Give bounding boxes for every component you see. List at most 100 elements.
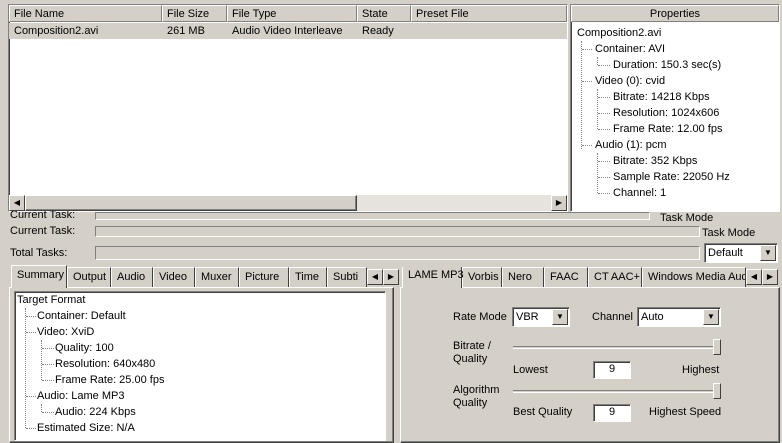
bitrate-quality-label: Bitrate / Quality	[453, 340, 491, 365]
summary-audio-bitrate[interactable]: Audio: 224 Kbps	[55, 406, 136, 418]
tree-connector	[581, 41, 582, 149]
tree-connector	[42, 380, 54, 381]
prop-audio-samplerate[interactable]: Sample Rate: 22050 Hz	[613, 171, 730, 183]
tab-scroll-left-button[interactable]: ◀	[367, 269, 383, 285]
prop-video-resolution[interactable]: Resolution: 1024x606	[613, 107, 719, 119]
tree-connector	[26, 332, 36, 333]
task-mode-select[interactable]: Default ▼	[704, 243, 778, 263]
tab-video[interactable]: Video	[153, 267, 195, 287]
chevron-down-icon[interactable]: ▼	[703, 309, 719, 325]
summary-resolution[interactable]: Resolution: 640x480	[55, 358, 155, 370]
prop-container[interactable]: Container: AVI	[595, 43, 665, 55]
tab-faac[interactable]: FAAC	[544, 267, 588, 287]
tree-connector	[26, 396, 36, 397]
task-mode-label: Task Mode	[702, 227, 756, 239]
highest-speed-label: Highest Speed	[649, 406, 722, 418]
scroll-left-button[interactable]: ◀	[9, 195, 25, 211]
current-task-label-partial: Current Task:	[10, 211, 76, 220]
tab-time[interactable]: Time	[289, 267, 327, 287]
right-tab-scroll-right-button[interactable]: ▶	[762, 269, 778, 285]
summary-tree[interactable]: Target Format Container: Default Video: …	[14, 291, 386, 441]
right-tab-strip: LAME MP3 Vorbis Nero FAAC CT AAC+ Window…	[400, 267, 780, 289]
arrow-right-icon: ▶	[387, 272, 395, 281]
tree-connector	[598, 113, 610, 114]
prop-video-framerate[interactable]: Frame Rate: 12.00 fps	[613, 123, 722, 135]
rate-mode-select[interactable]: VBR ▼	[512, 307, 570, 327]
tree-connector	[41, 404, 42, 412]
cell-file-type: Audio Video Interleave	[232, 25, 343, 37]
left-tab-strip: Summary Output Audio Video Muxer Picture…	[9, 265, 399, 289]
summary-audio[interactable]: Audio: Lame MP3	[37, 390, 124, 402]
prop-duration[interactable]: Duration: 150.3 sec(s)	[613, 59, 721, 71]
column-header-file-name[interactable]: File Name	[9, 5, 162, 22]
tab-output[interactable]: Output	[67, 267, 111, 287]
column-header-file-size[interactable]: File Size	[162, 5, 227, 22]
column-header-state[interactable]: State	[357, 5, 411, 22]
tab-windows-media-audio[interactable]: Windows Media Aud	[642, 267, 746, 287]
tree-connector	[598, 193, 610, 194]
channel-label: Channel	[592, 311, 633, 323]
tab-picture[interactable]: Picture	[239, 267, 289, 287]
bitrate-quality-input[interactable]: 9	[593, 361, 631, 379]
tab-ct-aac-plus[interactable]: CT AAC+	[588, 267, 642, 287]
scroll-right-button[interactable]: ▶	[551, 195, 567, 211]
bitrate-quality-slider-thumb[interactable]	[713, 339, 721, 355]
current-task-progress	[95, 226, 700, 237]
tree-connector	[598, 129, 610, 130]
algorithm-quality-label: Algorithm Quality	[453, 384, 500, 409]
prop-audio[interactable]: Audio (1): pcm	[595, 139, 667, 151]
tree-connector	[597, 89, 598, 129]
chevron-down-icon[interactable]: ▼	[552, 309, 568, 325]
summary-video[interactable]: Video: XviD	[37, 326, 94, 338]
prop-audio-bitrate[interactable]: Bitrate: 352 Kbps	[613, 155, 697, 167]
channel-select[interactable]: Auto ▼	[637, 307, 721, 327]
summary-framerate[interactable]: Frame Rate: 25.00 fps	[55, 374, 164, 386]
scroll-thumb[interactable]	[25, 195, 357, 211]
cell-file-size: 261 MB	[167, 25, 205, 37]
prop-video[interactable]: Video (0): cvid	[595, 75, 665, 87]
tab-nero[interactable]: Nero	[502, 267, 544, 287]
algorithm-quality-slider-thumb[interactable]	[713, 383, 721, 399]
prop-video-bitrate[interactable]: Bitrate: 14218 Kbps	[613, 91, 710, 103]
rate-mode-label: Rate Mode	[453, 311, 507, 323]
properties-header: Properties	[571, 5, 779, 22]
file-list[interactable]: File Name File Size File Type State Pres…	[8, 4, 568, 212]
tab-lame-mp3[interactable]: LAME MP3	[402, 267, 464, 288]
summary-root[interactable]: Target Format	[17, 294, 85, 306]
properties-panel[interactable]: Properties Composition2.avi Container: A…	[570, 4, 780, 212]
tab-scroll-right-button[interactable]: ▶	[383, 269, 399, 285]
tree-connector	[598, 177, 610, 178]
lame-mp3-panel: Rate Mode VBR ▼ Channel Auto ▼ Bitrate /…	[400, 287, 780, 443]
summary-quality[interactable]: Quality: 100	[55, 342, 114, 354]
summary-estimated-size[interactable]: Estimated Size: N/A	[37, 422, 135, 434]
tab-muxer[interactable]: Muxer	[195, 267, 239, 287]
tree-connector	[598, 97, 610, 98]
best-quality-label: Best Quality	[513, 406, 573, 418]
right-tab-scroll-left-button[interactable]: ◀	[746, 269, 762, 285]
cell-file-name: Composition2.avi	[14, 25, 99, 37]
tab-vorbis[interactable]: Vorbis	[462, 267, 502, 287]
bitrate-quality-slider-track[interactable]	[513, 346, 721, 349]
prop-root[interactable]: Composition2.avi	[577, 27, 661, 39]
cell-state: Ready	[362, 25, 394, 37]
column-header-preset-file[interactable]: Preset File	[411, 5, 567, 22]
summary-container[interactable]: Container: Default	[37, 310, 126, 322]
chevron-down-icon[interactable]: ▼	[760, 245, 776, 261]
horizontal-scrollbar[interactable]: ◀ ▶	[9, 195, 567, 211]
tab-audio[interactable]: Audio	[111, 267, 153, 287]
lowest-label: Lowest	[513, 364, 548, 376]
tree-connector	[582, 81, 592, 82]
column-header-file-type[interactable]: File Type	[227, 5, 357, 22]
highest-label: Highest	[682, 364, 720, 376]
table-row[interactable]: Composition2.avi 261 MB Audio Video Inte…	[9, 23, 567, 39]
algorithm-quality-slider-track[interactable]	[513, 390, 721, 393]
tree-connector	[26, 428, 36, 429]
tree-connector	[26, 316, 36, 317]
arrow-left-icon: ◀	[750, 272, 758, 281]
current-task-progress-partial	[95, 212, 650, 220]
tree-connector	[582, 145, 592, 146]
tab-subtitle[interactable]: Subti	[327, 267, 367, 287]
algorithm-quality-input[interactable]: 9	[593, 404, 631, 422]
prop-audio-channel[interactable]: Channel: 1	[613, 187, 666, 199]
tab-summary[interactable]: Summary	[11, 265, 67, 288]
